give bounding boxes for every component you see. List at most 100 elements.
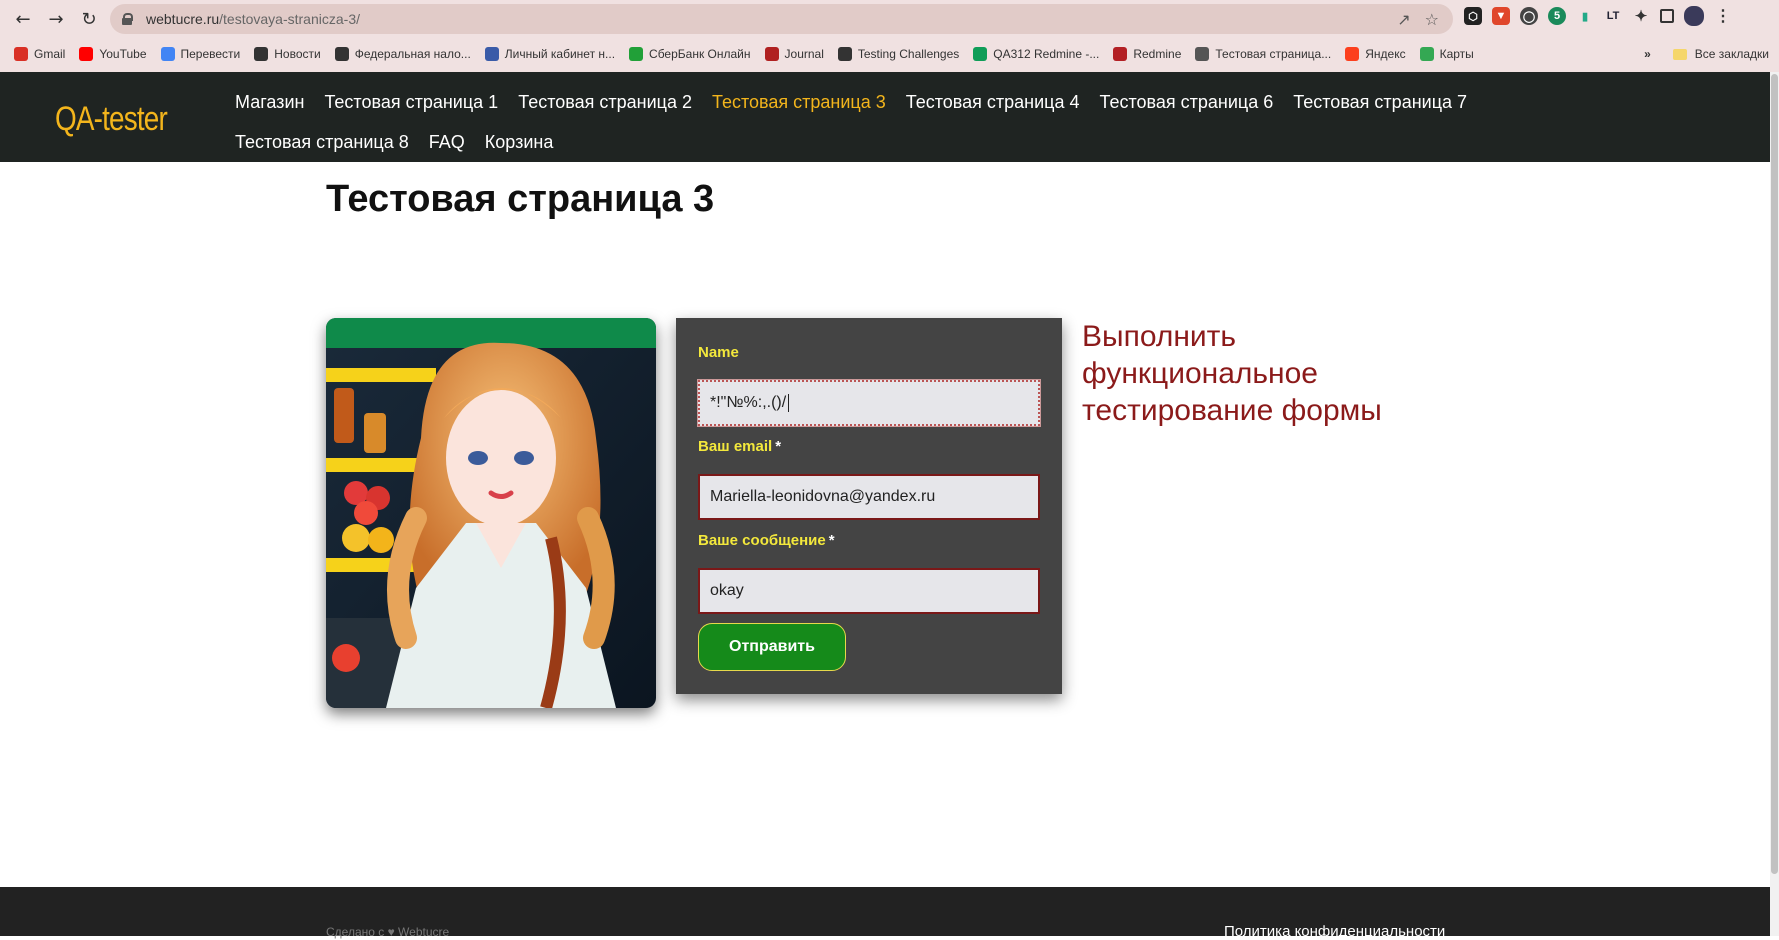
name-input[interactable]: *!"№%:,.()/ xyxy=(697,379,1041,427)
extension-circle-icon[interactable]: ◯ xyxy=(1520,7,1538,25)
bookmark-label: Новости xyxy=(274,47,321,61)
bookmark-item[interactable]: Федеральная нало... xyxy=(334,47,471,61)
youtube-icon xyxy=(79,47,94,61)
bookmark-item[interactable]: Redmine xyxy=(1113,47,1181,61)
bookmark-label: YouTube xyxy=(99,47,147,61)
back-icon[interactable]: ← xyxy=(8,4,38,34)
news-icon xyxy=(254,47,269,61)
puzzle-icon[interactable]: ✦ xyxy=(1632,7,1650,25)
extension-lt-icon[interactable]: LT xyxy=(1604,7,1622,25)
bookmark-item[interactable]: Новости xyxy=(254,47,321,61)
made-with-text: Сделано с ♥ Webtucre xyxy=(326,925,450,939)
bookmark-label: QA312 Redmine -... xyxy=(993,47,1100,61)
nav-item[interactable]: Тестовая страница 4 xyxy=(906,92,1080,113)
bookmark-item[interactable]: Карты xyxy=(1419,47,1474,61)
contact-form: Name *!"№%:,.()/ Ваш email * Mariella-leo… xyxy=(676,318,1062,694)
nav-item[interactable]: Тестовая страница 6 xyxy=(1100,92,1274,113)
nav-row: Магазин Тестовая страница 1 Тестовая стран… xyxy=(235,82,1467,122)
email-label: Ваш email * xyxy=(698,438,782,455)
yandex-icon xyxy=(1345,47,1360,61)
bookmark-label: Redmine xyxy=(1133,47,1182,61)
nav-item[interactable]: Тестовая страница 3 xyxy=(712,92,886,113)
extension-chart-icon[interactable]: ▮ xyxy=(1576,7,1594,25)
extension-hex-icon[interactable]: ⬡ xyxy=(1464,7,1482,25)
site-footer: Сделано с ♥ Webtucre Политика конфиденци… xyxy=(0,887,1770,940)
nav-item[interactable]: Тестовая страница 2 xyxy=(518,92,692,113)
bookmark-item[interactable]: Личный кабинет н... xyxy=(484,47,616,61)
bookmark-label: Перевести xyxy=(180,47,241,61)
forward-icon[interactable]: → xyxy=(41,4,71,34)
email-input[interactable]: Mariella-leonidovna@yandex.ru xyxy=(698,474,1040,520)
bookmark-label: СберБанк Онлайн xyxy=(649,47,751,61)
share-icon[interactable]: ↗ xyxy=(1397,10,1410,29)
maps-icon xyxy=(1419,47,1434,61)
nav-row: Тестовая страница 8 FAQ Корзина xyxy=(235,122,1435,162)
bookmark-label: Journal xyxy=(784,47,824,61)
bookmark-item[interactable]: Testing Challenges xyxy=(837,47,960,61)
all-bookmarks-button[interactable]: Все закладки xyxy=(1695,47,1769,61)
more-bookmarks-button[interactable]: » xyxy=(1644,47,1651,61)
bookmark-label: Яндекс xyxy=(1365,47,1406,61)
browser-chrome: ← → ↻ webtucre.ru/testovaya-stranicza-3/… xyxy=(0,0,1779,72)
nav-item[interactable]: Магазин xyxy=(235,92,304,113)
bookmarks-bar: Gmail YouTube Перевести Новости Федеральная … xyxy=(0,42,1779,66)
translate-icon xyxy=(160,47,175,61)
message-input[interactable]: okay xyxy=(698,568,1040,614)
bookmark-item[interactable]: Яндекс xyxy=(1345,47,1406,61)
folder-icon xyxy=(1672,48,1687,60)
avatar[interactable] xyxy=(1684,6,1704,26)
bookmark-item[interactable]: Journal xyxy=(764,47,824,61)
emblem-icon xyxy=(484,47,499,61)
extension-shield-icon[interactable]: ▼ xyxy=(1492,7,1510,25)
extensions-bar: ⬡ ▼ ◯ 5 ▮ LT ✦ ⋮ xyxy=(1464,6,1732,26)
bookmark-label: Тестовая страница... xyxy=(1215,47,1332,61)
url-text[interactable]: webtucre.ru/testovaya-stranicza-3/ xyxy=(146,11,360,27)
nav-item[interactable]: FAQ xyxy=(429,132,465,153)
bookmark-item[interactable]: YouTube xyxy=(79,47,147,61)
gmail-icon xyxy=(14,47,28,61)
sber-icon xyxy=(629,47,644,61)
bookmark-label: Карты xyxy=(1439,47,1474,61)
bookmark-item[interactable]: СберБанк Онлайн xyxy=(629,47,751,61)
scrollbar-thumb[interactable] xyxy=(1771,74,1778,874)
bookmark-label: Личный кабинет н... xyxy=(504,47,616,61)
page-scrollbar[interactable] xyxy=(1770,72,1779,936)
sheets-icon xyxy=(973,47,988,61)
nav-item[interactable]: Тестовая страница 8 xyxy=(235,132,409,153)
bookmark-item[interactable]: QA312 Redmine -... xyxy=(973,47,1099,61)
globe-icon xyxy=(334,47,349,61)
privacy-policy-link[interactable]: Политика конфиденциальности xyxy=(1224,923,1445,940)
bookmark-star-icon[interactable]: ☆ xyxy=(1425,10,1439,29)
illustration-image xyxy=(326,318,656,708)
page-icon xyxy=(1195,47,1210,61)
lock-icon xyxy=(122,13,133,25)
browser-toolbar: ← → ↻ webtucre.ru/testovaya-stranicza-3/… xyxy=(0,0,1779,38)
bookmark-item[interactable]: Gmail xyxy=(14,47,65,61)
redmine-icon xyxy=(1113,47,1128,61)
bookmark-item[interactable]: Перевести xyxy=(160,47,241,61)
bookmark-label: Gmail xyxy=(34,47,66,61)
main-nav: Магазин Тестовая страница 1 Тестовая стран… xyxy=(235,82,1467,162)
reload-icon[interactable]: ↻ xyxy=(74,4,104,34)
nav-item[interactable]: Корзина xyxy=(485,132,554,153)
task-text: Выполнить функциональное тестирование фо… xyxy=(1082,320,1382,427)
text-caret xyxy=(788,394,790,412)
nav-item[interactable]: Тестовая страница 7 xyxy=(1293,92,1467,113)
message-label: Ваше сообщение * xyxy=(698,532,835,549)
bookmark-label: Testing Challenges xyxy=(857,47,960,61)
site-logo[interactable]: QA-tester xyxy=(55,100,168,139)
nav-item[interactable]: Тестовая страница 1 xyxy=(324,92,498,113)
globe-icon xyxy=(837,47,852,61)
submit-button[interactable]: Отправить xyxy=(698,623,846,671)
name-label: Name xyxy=(698,344,739,361)
bookmark-item[interactable]: Тестовая страница... xyxy=(1195,47,1331,61)
page-title: Тестовая страница 3 xyxy=(326,178,715,220)
site-header: QA-tester Магазин Тестовая страница 1 Тест… xyxy=(0,72,1770,162)
sidepanel-icon[interactable] xyxy=(1660,9,1674,23)
bookmark-label: Федеральная нало... xyxy=(354,47,471,61)
extension-green-icon[interactable]: 5 xyxy=(1548,7,1566,25)
address-bar[interactable]: webtucre.ru/testovaya-stranicza-3/ ↗ ☆ xyxy=(110,4,1453,34)
menu-icon[interactable]: ⋮ xyxy=(1714,7,1732,25)
bookmarks-overflow: » Все закладки xyxy=(1644,42,1769,66)
journal-icon xyxy=(764,47,779,61)
